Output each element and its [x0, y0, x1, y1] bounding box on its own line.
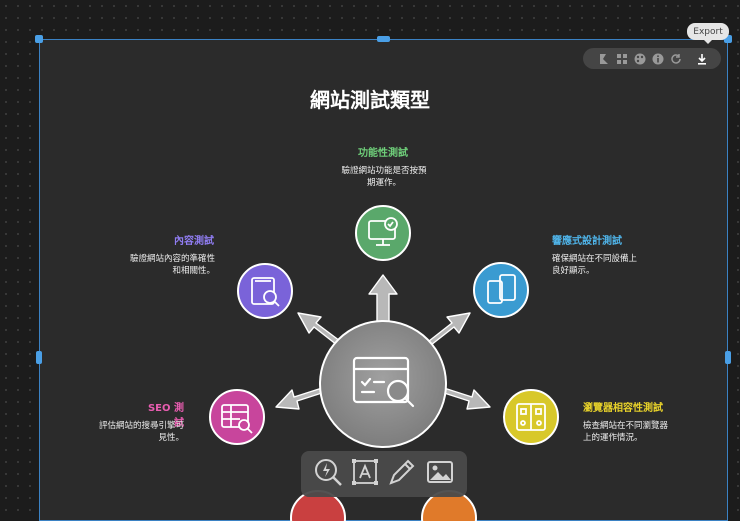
pen-icon[interactable]: [387, 457, 417, 491]
functional-desc: 驗證網站功能是否按預 期運作。: [336, 165, 432, 189]
responsive-desc-line2: 良好顯示。: [552, 266, 595, 276]
browser-desc-line2: 上的運作情況。: [583, 433, 643, 443]
browser-label: 瀏覽器相容性測試: [583, 403, 663, 414]
browser-desc: 檢查網站在不同瀏覽器 上的運作情況。: [583, 420, 668, 444]
content-node: [237, 263, 293, 319]
text-icon[interactable]: [351, 458, 379, 490]
browser-desc-line1: 檢查網站在不同瀏覽器: [583, 421, 669, 431]
arrow-left: [275, 387, 326, 410]
seo-desc-line2: 見性。: [158, 433, 184, 443]
responsive-node: [473, 262, 529, 318]
responsive-label: 響應式設計測試: [552, 236, 622, 247]
responsive-desc-line1: 確保網站在不同設備上: [552, 254, 638, 264]
functional-desc-line2: 期運作。: [366, 178, 401, 188]
central-hub: [319, 320, 447, 448]
functional-node: [355, 205, 411, 261]
bottom-toolbar: [301, 451, 467, 497]
arrow-upleft: [297, 312, 341, 346]
arrow-upright: [428, 312, 471, 346]
content-desc-line2: 和相關性。: [172, 266, 215, 276]
seo-desc: 評估網站的搜尋引擎可 見性。: [84, 420, 184, 444]
content-desc: 驗證網站內容的準確性 和相關性。: [110, 253, 215, 277]
content-desc-line1: 驗證網站內容的準確性: [129, 254, 215, 264]
functional-label: 功能性測試: [358, 148, 408, 159]
seo-node: [209, 389, 265, 445]
content-label: 內容測試: [174, 236, 214, 247]
seo-desc-line1: 評估網站的搜尋引擎可: [98, 421, 184, 431]
magic-zoom-icon[interactable]: [313, 457, 343, 491]
functional-desc-line1: 驗證網站功能是否按預: [341, 166, 427, 176]
arrow-right: [440, 387, 491, 410]
arrow-up: [368, 274, 398, 326]
responsive-desc: 確保網站在不同設備上 良好顯示。: [552, 253, 637, 277]
image-icon[interactable]: [425, 458, 455, 490]
